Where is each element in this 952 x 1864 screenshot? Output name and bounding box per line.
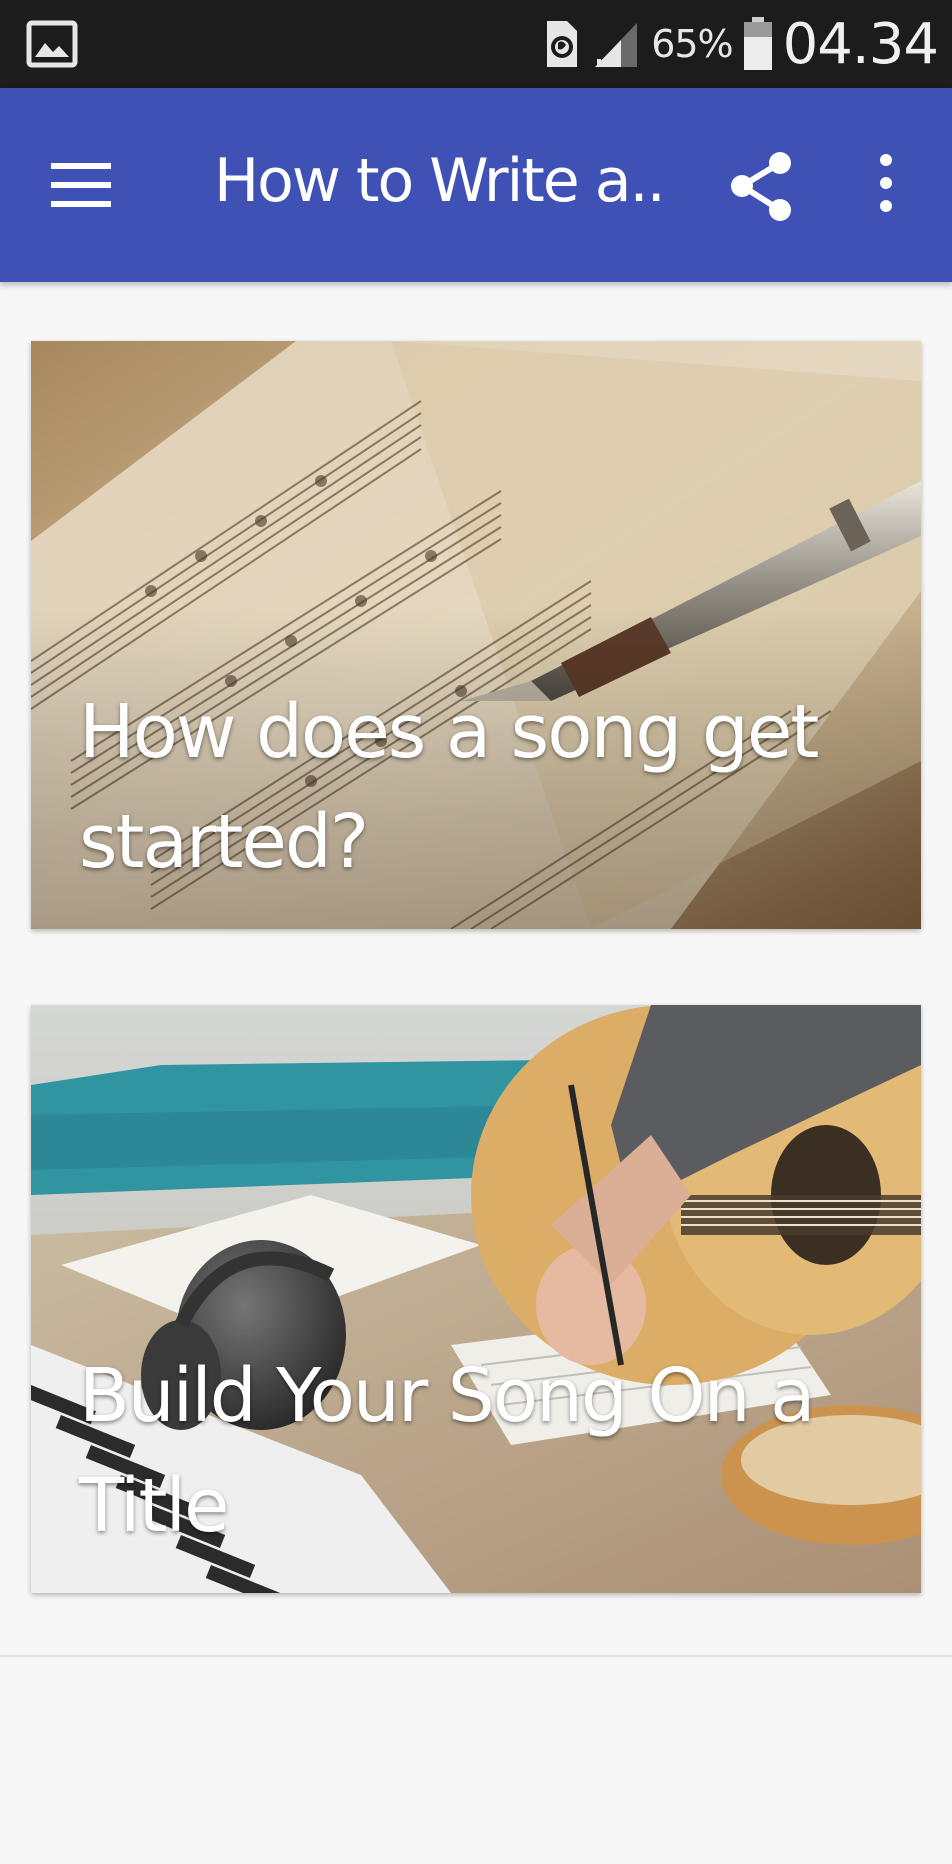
card-title: Build Your Song On a Title xyxy=(79,1353,815,1549)
battery-icon xyxy=(743,17,772,70)
article-card[interactable]: Build Your Song On a Title xyxy=(31,1005,921,1593)
status-indicators: 65% 04.34 xyxy=(541,8,939,80)
app-bar: How to Write a... xyxy=(0,88,952,282)
divider xyxy=(0,1655,952,1657)
data-saver-icon xyxy=(547,21,578,67)
more-vert-icon[interactable] xyxy=(864,148,908,228)
menu-icon[interactable] xyxy=(46,150,116,220)
gallery-icon xyxy=(26,20,78,68)
card-title: How does a song get started? xyxy=(79,689,819,885)
clock: 04.34 xyxy=(782,11,939,77)
share-icon[interactable] xyxy=(728,148,798,228)
page-title: How to Write a... xyxy=(214,146,664,216)
article-card[interactable]: How does a song get started? xyxy=(31,341,921,929)
battery-percent: 65% xyxy=(651,22,733,66)
status-bar: 65% 04.34 xyxy=(0,0,952,88)
signal-icon xyxy=(595,23,638,67)
